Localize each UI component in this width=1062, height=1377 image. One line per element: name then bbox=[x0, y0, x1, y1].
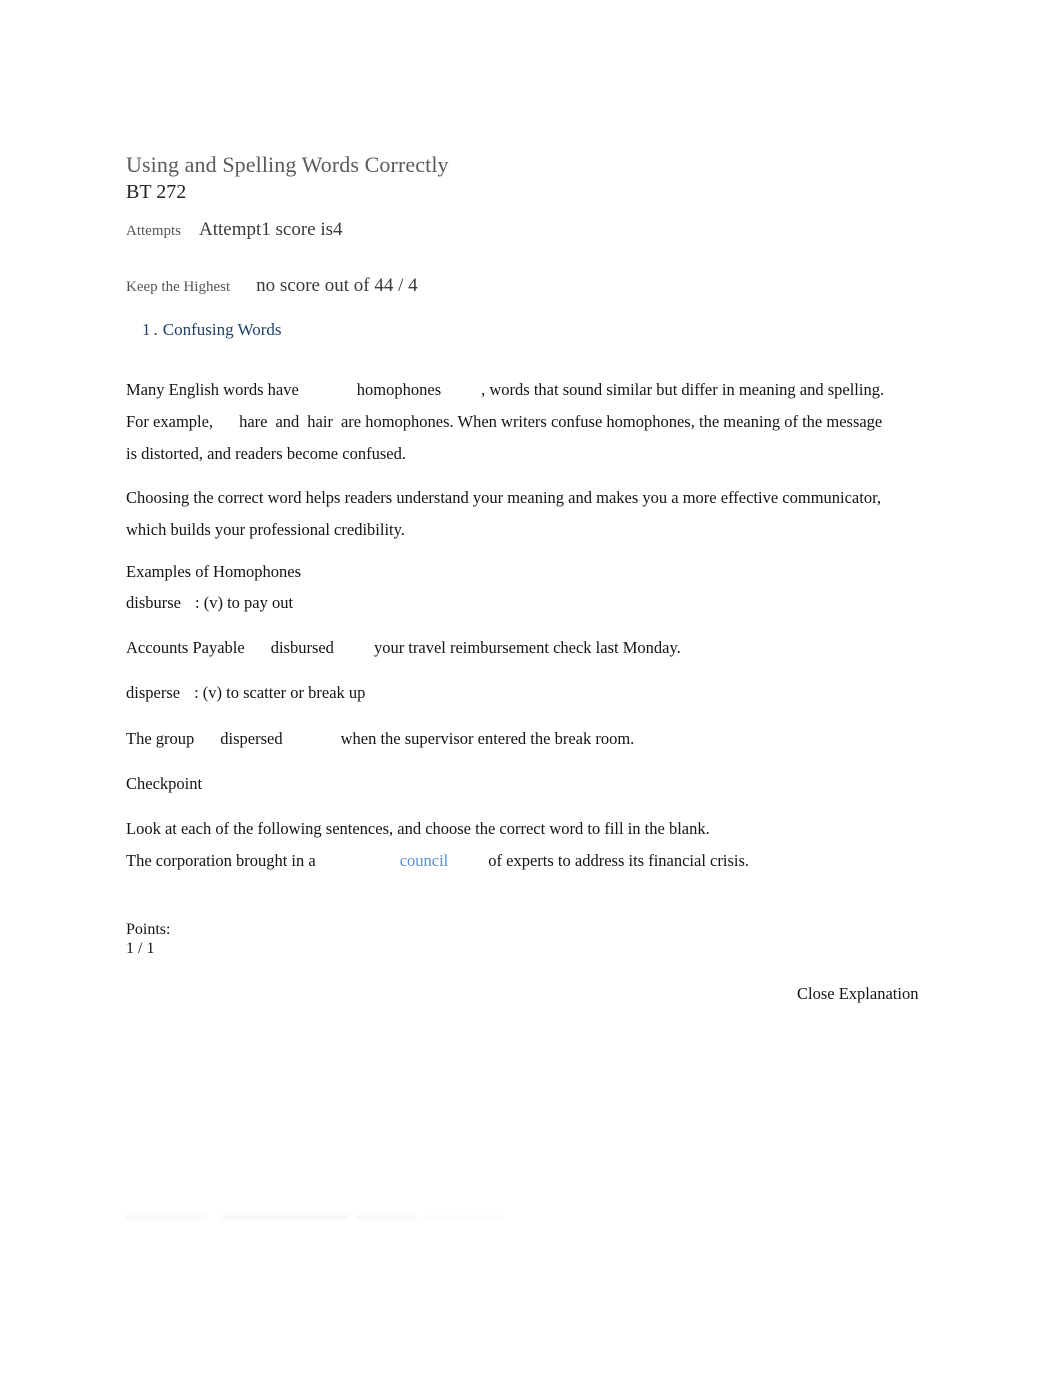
points-block: Points: 1 / 1 bbox=[126, 920, 170, 958]
homophones-term: homophones bbox=[356, 380, 442, 399]
checkpoint-instruction-label: Look at each of the following sentences,… bbox=[126, 819, 710, 838]
answer-blank-council[interactable]: council bbox=[400, 851, 449, 870]
credibility-line-1: Choosing the correct word helps readers … bbox=[126, 488, 779, 507]
artifact-segment bbox=[357, 1214, 417, 1220]
intro-text-2: , words that sound similar but differ in… bbox=[481, 380, 885, 399]
disburse-example-text-2: your travel reimbursement check last Mon… bbox=[373, 638, 681, 657]
disperse-example-text-1: The group bbox=[126, 729, 195, 748]
page-title: Using and Spelling Words Correctly bbox=[126, 152, 449, 177]
keep-highest-row: Keep the Highest no score out of 44 / 4 bbox=[126, 275, 418, 297]
attempts-value: Attempt1 score is4 bbox=[199, 219, 343, 240]
close-explanation-button[interactable]: Close Explanation bbox=[797, 983, 918, 1005]
section-separator: . bbox=[153, 320, 158, 339]
disperse-example-text-2: when the supervisor entered the break ro… bbox=[340, 729, 635, 748]
disperse-example-term: dispersed bbox=[220, 729, 283, 748]
attempts-label: Attempts bbox=[126, 223, 181, 239]
example-word-hare: hare bbox=[239, 412, 268, 431]
section-heading-label: Confusing Words bbox=[162, 320, 282, 339]
attempts-row: Attempts Attempt1 score is4 bbox=[126, 219, 343, 241]
keep-highest-label: Keep the Highest bbox=[126, 279, 231, 295]
disburse-term: disburse bbox=[126, 593, 181, 612]
example-conjunction: and bbox=[275, 412, 300, 431]
disburse-definition: : (v) to pay out bbox=[195, 593, 294, 612]
question-text-2: of experts to address its financial cris… bbox=[488, 851, 750, 870]
points-label: Points: bbox=[126, 921, 171, 938]
glossary-example-disperse: The group dispersed when the supervisor en… bbox=[126, 727, 886, 751]
artifact-segment bbox=[425, 1214, 503, 1220]
checkpoint-heading-label: Checkpoint bbox=[126, 774, 203, 793]
glossary-entry-disburse: disburse : (v) to pay out bbox=[126, 591, 886, 615]
example-word-hair: hair bbox=[307, 412, 333, 431]
disburse-example-term: disbursed bbox=[270, 638, 334, 657]
question-text-1: The corporation brought in a bbox=[126, 851, 316, 870]
credibility-paragraph: Choosing the correct word helps readers … bbox=[126, 482, 886, 546]
points-value: 1 / 1 bbox=[126, 940, 155, 957]
disperse-definition: : (v) to scatter or break up bbox=[194, 683, 366, 702]
checkpoint-instruction: Look at each of the following sentences,… bbox=[126, 817, 886, 841]
intro-text-1: Many English words have bbox=[126, 380, 299, 399]
course-code: BT 272 bbox=[126, 181, 187, 203]
examples-heading-label: Examples of Homophones bbox=[126, 562, 302, 581]
section-heading[interactable]: 1. Confusing Words bbox=[142, 319, 282, 341]
examples-heading: Examples of Homophones bbox=[126, 560, 886, 584]
keep-highest-value: no score out of 44 / 4 bbox=[256, 275, 418, 296]
checkpoint-question: The corporation brought in a council of ex… bbox=[126, 849, 886, 873]
glossary-example-disburse: Accounts Payable disbursed your travel rei… bbox=[126, 636, 886, 660]
bottom-divider-artifact bbox=[125, 1214, 503, 1220]
glossary-entry-disperse: disperse : (v) to scatter or break up bbox=[126, 681, 886, 705]
intro-paragraph: Many English words have homophones , words… bbox=[126, 374, 886, 470]
disburse-example-text-1: Accounts Payable bbox=[126, 638, 245, 657]
artifact-segment bbox=[125, 1214, 207, 1220]
checkpoint-heading: Checkpoint bbox=[126, 772, 886, 796]
artifact-segment bbox=[222, 1214, 350, 1220]
section-number: 1 bbox=[142, 320, 151, 339]
intro-text-3: For example, bbox=[126, 412, 214, 431]
disperse-term: disperse bbox=[126, 683, 181, 702]
intro-text-4: are homophones. When writers confuse hom… bbox=[340, 412, 823, 431]
document-page: Using and Spelling Words Correctly BT 27… bbox=[0, 0, 1062, 1377]
